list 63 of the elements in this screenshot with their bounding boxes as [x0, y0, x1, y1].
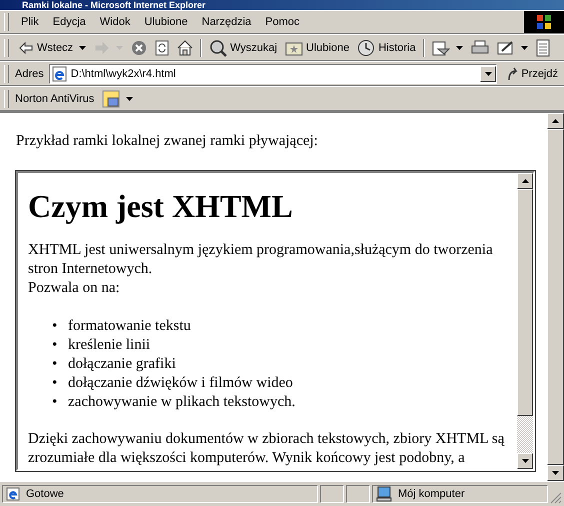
- status-panel: [346, 485, 370, 503]
- list-item: kreślenie linii: [68, 336, 150, 355]
- address-field[interactable]: D:\html\wyk2x\r4.html: [48, 64, 498, 84]
- go-button[interactable]: Przejdź: [499, 66, 560, 80]
- left-arrow-icon: [18, 40, 34, 54]
- refresh-icon: [155, 40, 170, 56]
- menu-item[interactable]: Ulubione: [138, 14, 194, 30]
- windows-logo-icon: [524, 11, 564, 33]
- list-item: zachowywanie w plikach tekstowych.: [68, 393, 296, 412]
- resize-grip-icon[interactable]: [550, 492, 562, 504]
- menu-item[interactable]: Plik: [15, 14, 45, 30]
- paragraph: XHTML jest uniwersalnym językiem programowania,służącym do tworzenia stron Internetowych.: [28, 241, 494, 279]
- scroll-thumb[interactable]: [517, 189, 533, 416]
- paragraph: Pozwala on na:: [28, 279, 121, 298]
- home-icon: [177, 40, 194, 56]
- dropdown-button[interactable]: [480, 66, 496, 82]
- list-item: dołączanie dźwięków i filmów wideo: [68, 374, 293, 393]
- list-item: formatowanie tekstu: [68, 317, 191, 336]
- bullet: •: [52, 374, 58, 393]
- status-text: Gotowe: [26, 488, 64, 500]
- back-button[interactable]: Wstecz: [15, 38, 90, 56]
- menu-item[interactable]: Edycja: [46, 14, 92, 30]
- browser-logo-icon: [52, 66, 68, 82]
- menu-item[interactable]: Pomoc: [259, 14, 306, 30]
- curved-arrow-icon: [507, 66, 520, 80]
- computer-icon: [376, 486, 392, 502]
- window-icon: [102, 90, 120, 108]
- frame-scrollbar[interactable]: [517, 173, 533, 469]
- menu-item[interactable]: Widok: [94, 14, 136, 30]
- frame-heading: Czym jest XHTML: [28, 188, 294, 225]
- intro-text: Przykład ramki lokalnej zwanej ramki pływającej:: [16, 132, 319, 151]
- stop-icon: [131, 40, 148, 56]
- address-label: Adres: [15, 68, 45, 80]
- document-icon: [536, 38, 550, 56]
- caret-icon: [520, 46, 528, 50]
- bullet: •: [52, 317, 58, 336]
- printer-icon: [470, 40, 489, 56]
- list-item: dołączanie grafiki: [68, 355, 176, 374]
- down-arrow-icon: [522, 459, 528, 463]
- up-arrow-icon: [522, 179, 528, 183]
- search-icon: [209, 38, 228, 56]
- window-title: Ramki lokalne - Microsoft Internet Explorer: [22, 0, 206, 10]
- bullet: •: [52, 393, 58, 412]
- caret-icon: [456, 46, 463, 50]
- mail-icon: [432, 40, 450, 56]
- paragraph: Dzięki zachowywaniu dokumentów w zbiorach tekstowych, zbiory XHTML są zrozumiałe dla większości komputerów. Wynik końcowy jest podobny, a: [28, 430, 506, 468]
- zone-text: Mój komputer: [398, 488, 465, 500]
- browser-logo-icon: [6, 487, 20, 501]
- search-button[interactable]: Wyszukaj: [206, 36, 280, 58]
- status-panel: [320, 485, 344, 503]
- bullet: •: [52, 336, 58, 355]
- caret-icon: [484, 72, 492, 76]
- down-arrow-icon: [552, 471, 559, 475]
- menu-item[interactable]: Narzędzia: [196, 14, 258, 30]
- caret-icon: [79, 46, 86, 50]
- favorites-button[interactable]: Ulubione: [282, 38, 352, 58]
- clock-icon: [357, 38, 376, 56]
- bullet: •: [52, 355, 58, 374]
- caret-icon: [126, 96, 134, 100]
- edit-icon: [496, 40, 515, 56]
- up-arrow-icon: [552, 119, 559, 123]
- history-button[interactable]: Historia: [354, 36, 419, 58]
- norton-label: Norton AntiVirus: [15, 92, 96, 104]
